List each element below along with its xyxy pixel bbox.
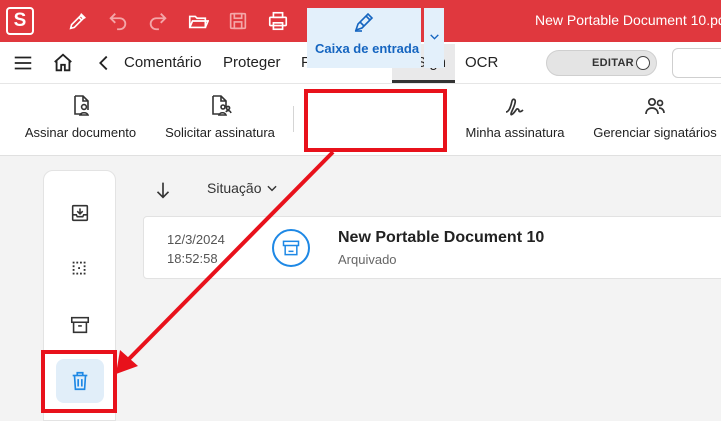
document-timestamp: 12/3/2024 18:52:58 [167,230,225,268]
edit-toggle-label: EDITAR [592,57,634,69]
toggle-knob [636,56,650,70]
chevron-left-icon[interactable] [93,52,115,74]
inbox-pen-icon [354,12,374,32]
archived-status-icon [272,229,310,267]
open-folder-icon[interactable] [186,9,210,33]
redo-icon[interactable] [146,9,170,33]
document-name: New Portable Document 10 [338,229,545,246]
request-signature-button[interactable]: Solicitar assinatura [164,84,276,156]
highlight-box-trash [41,350,117,413]
window-title: New Portable Document 10.pd [535,12,721,28]
chevron-down-icon [430,34,439,40]
document-status: Arquivado [338,252,397,267]
sort-arrow-down-icon[interactable] [152,179,174,201]
dotted-frame-icon [72,261,86,275]
tab-ocr[interactable]: OCR [465,54,498,71]
document-date: 12/3/2024 [167,232,225,247]
sign-document-label: Assinar documento [24,125,137,140]
sign-document-button[interactable]: Assinar documento [24,84,137,156]
tab-comentario[interactable]: Comentário [124,54,202,71]
sign-document-icon [73,95,89,116]
document-row[interactable]: 12/3/2024 18:52:58 New Portable Document… [143,216,721,279]
ribbon-divider [293,106,294,132]
sidebar-item-pending[interactable] [56,247,104,291]
my-signature-button[interactable]: Minha assinatura [465,84,565,156]
status-filter-label: Situação [207,180,262,196]
app-logo[interactable]: S [6,7,34,35]
status-filter-dropdown[interactable]: Situação [207,180,279,196]
undo-icon[interactable] [106,9,130,33]
print-icon[interactable] [266,9,290,33]
manage-signers-button[interactable]: Gerenciar signatários [592,84,718,156]
archive-icon [70,316,90,334]
save-icon[interactable] [226,9,250,33]
manage-signers-icon [645,97,665,115]
chevron-down-icon [267,185,278,192]
edit-toggle[interactable]: EDITAR [546,50,657,76]
inbox-icon [71,204,89,222]
inbox-dropdown-button[interactable] [424,8,444,68]
hamburger-menu-icon[interactable] [12,52,34,74]
highlight-box [304,89,447,152]
document-time: 18:52:58 [167,251,218,266]
signature-icon [505,98,524,116]
request-signature-icon [212,95,232,116]
tab-proteger[interactable]: Proteger [223,54,281,71]
request-signature-label: Solicitar assinatura [165,125,275,140]
inbox-button[interactable]: Caixa de entrada [307,8,421,68]
inbox-label: Caixa de entrada [315,41,420,56]
pen-icon[interactable] [66,9,90,33]
home-icon[interactable] [52,52,74,74]
manage-signers-label: Gerenciar signatários [593,125,717,140]
sidebar-item-archive[interactable] [56,303,104,347]
my-signature-label: Minha assinatura [465,125,565,140]
search-input[interactable] [672,48,721,78]
sidebar-item-inbox[interactable] [56,191,104,235]
